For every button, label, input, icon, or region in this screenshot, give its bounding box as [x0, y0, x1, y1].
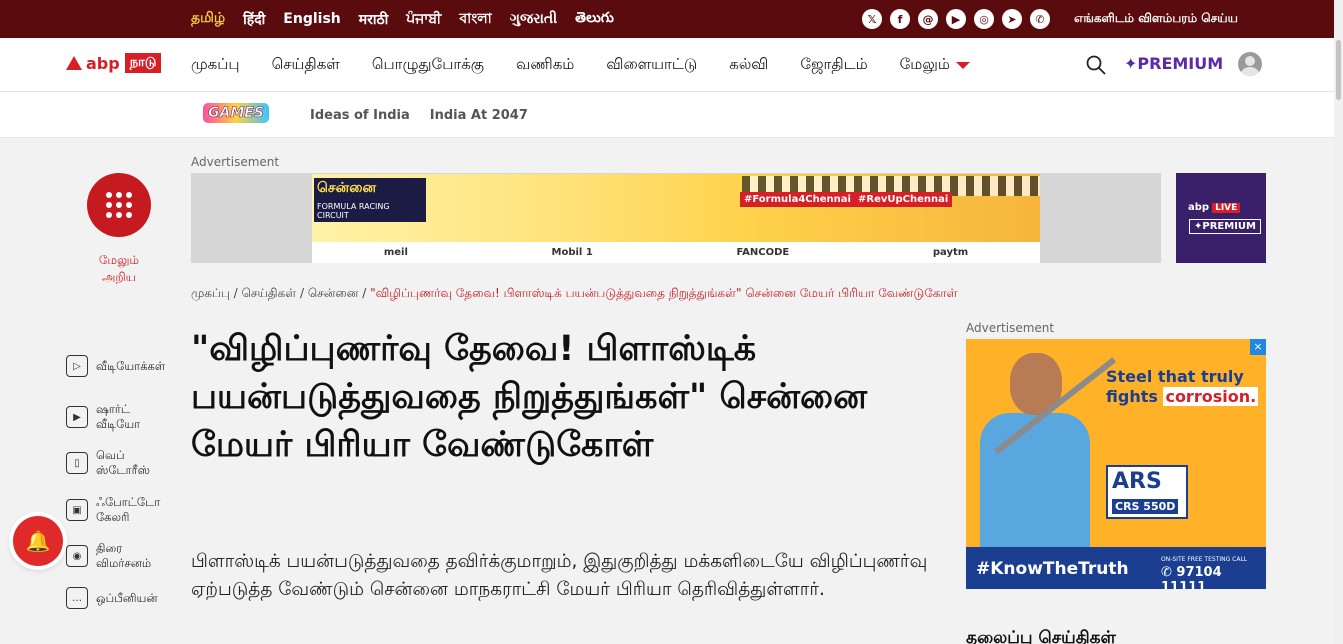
logo-edition: நாடு [124, 53, 162, 73]
nav-item-education[interactable]: கல்வி [729, 55, 768, 75]
nav-more-label: மேலும் [899, 55, 950, 73]
banner-tag-revup: #RevUpChennai [854, 192, 953, 207]
subnav-india-at-2047[interactable]: India At 2047 [430, 108, 528, 123]
lang-english[interactable]: English [283, 11, 340, 27]
breadcrumb-home[interactable]: முகப்பு [191, 286, 230, 300]
opinion-icon: … [66, 587, 88, 609]
breadcrumb-chennai[interactable]: சென்னை [308, 286, 359, 300]
grid-dots-icon [106, 192, 132, 218]
lang-marathi[interactable]: मराठी [359, 10, 388, 29]
social-links: 𝕏 f @ ▶ ◎ ➤ ✆ [862, 9, 1050, 29]
web-stories-icon: ▯ [66, 452, 88, 474]
nav-item-sports[interactable]: விளையாட்டு [606, 55, 697, 75]
lang-punjabi[interactable]: ਪੰਜਾਬੀ [406, 11, 441, 27]
rail-item-web-stories[interactable]: ▯ வெப் ஸ்டோரீஸ் [66, 448, 176, 478]
sponsor-fancode: FANCODE [736, 247, 790, 258]
lang-hindi[interactable]: हिंदी [243, 10, 265, 29]
banner-subtitle: FORMULA RACING CIRCUIT [314, 200, 426, 222]
user-avatar-icon[interactable] [1238, 52, 1262, 76]
logo-brand: abp [86, 53, 120, 73]
search-icon[interactable] [1086, 55, 1106, 75]
notification-bell-icon[interactable]: 🔔 [13, 516, 63, 566]
whatsapp-icon[interactable]: ✆ [1030, 9, 1050, 29]
banner-sponsors: meil Mobil 1 FANCODE paytm [312, 242, 1040, 263]
abp-live-premium-ad[interactable]: abp LIVE ✦PREMIUM [1176, 173, 1266, 263]
banner-tag-formula4: #Formula4Chennai [740, 192, 855, 207]
photo-gallery-icon: ▣ [66, 499, 88, 521]
main-nav: abp நாடு முகப்பு செய்திகள் பொழுதுபோக்கு … [0, 38, 1343, 92]
telegram-icon[interactable]: ➤ [1002, 9, 1022, 29]
rail-item-label: ஷார்ட் வீடியோ [96, 402, 141, 431]
ad-phone-label: ON-SITE FREE TESTING CALL [1161, 556, 1248, 563]
youtube-icon[interactable]: ▶ [946, 9, 966, 29]
ars-brand-logo: ARS CRS 550D [1106, 465, 1188, 519]
abp-live-logo: abp LIVE [1188, 202, 1241, 213]
nav-item-home[interactable]: முகப்பு [191, 55, 240, 75]
facebook-icon[interactable]: f [890, 9, 910, 29]
banner-title: சென்னை [314, 178, 426, 200]
explore-more-label[interactable]: மேலும் அறிய [80, 252, 158, 286]
article-summary: பிளாஸ்டிக் பயன்படுத்துவதை தவிர்க்குமாறும… [191, 551, 928, 600]
caret-down-icon [955, 61, 970, 69]
rail-item-label: வெப் ஸ்டோரீஸ் [96, 448, 150, 477]
rail-item-label: ஒப்பீனியன் [96, 590, 158, 605]
video-icon: ▷ [66, 355, 88, 377]
nav-items: முகப்பு செய்திகள் பொழுதுபோக்கு வணிகம் வி… [191, 38, 970, 92]
subnav-ideas-of-india[interactable]: Ideas of India [310, 108, 410, 123]
breadcrumb: முகப்பு / செய்திகள் / சென்னை / "விழிப்பு… [191, 286, 958, 300]
rail-item-videos[interactable]: ▷ வீடியோக்கள் [66, 355, 176, 377]
nav-item-business[interactable]: வணிகம் [516, 55, 574, 75]
lang-telugu[interactable]: తెలుగు [575, 10, 614, 29]
article-headline: "விழிப்புணர்வு தேவை! பிளாஸ்டிக் பயன்படுத… [191, 329, 868, 465]
rail-item-label: ஃபோட்டோ கேலரி [96, 495, 161, 524]
nav-item-news[interactable]: செய்திகள் [272, 55, 340, 75]
page-scrollbar[interactable] [1334, 0, 1343, 644]
x-icon[interactable]: 𝕏 [862, 9, 882, 29]
subnav-links: Ideas of India India At 2047 [310, 92, 528, 138]
short-video-icon: ▶ [66, 406, 88, 428]
instagram-icon[interactable]: ◎ [974, 9, 994, 29]
nav-item-entertainment[interactable]: பொழுதுபோக்கு [372, 55, 484, 75]
rail-item-short-video[interactable]: ▶ ஷார்ட் வீடியோ [66, 402, 176, 432]
language-bar: தமிழ் हिंदी English मराठी ਪੰਜਾਬੀ বাংলা ગ… [0, 0, 1343, 38]
rail-item-photo-gallery[interactable]: ▣ ஃபோட்டோ கேலரி [66, 495, 176, 525]
games-logo[interactable]: GAMES [203, 103, 269, 123]
nav-more-menu[interactable]: மேலும் [900, 55, 970, 75]
ad-phone-number: ✆ 97104 11111 [1161, 565, 1222, 589]
sponsor-mobil: Mobil 1 [551, 247, 593, 258]
lang-gujarati[interactable]: ગુજરાતી [510, 11, 557, 27]
right-ad-label: Advertisement [966, 321, 1055, 335]
rail-item-label: வீடியோக்கள் [96, 358, 166, 373]
lang-tamil[interactable]: தமிழ் [191, 10, 225, 28]
breadcrumb-news[interactable]: செய்திகள் [242, 286, 297, 300]
sponsor-paytm: paytm [932, 247, 969, 258]
premium-link[interactable]: ✦PREMIUM [1124, 54, 1223, 73]
sponsor-meil: meil [383, 247, 408, 258]
ad-close-icon[interactable]: × [1250, 339, 1266, 355]
ars-steel-ad[interactable]: × Steel that truly fights corrosion. ARS… [966, 339, 1266, 589]
top-headlines-title: தலைப்பு செய்திகள் [966, 628, 1116, 644]
abp-nadu-logo[interactable]: abp நாடு [66, 53, 162, 73]
ad-label: Advertisement [191, 155, 280, 169]
rail-item-film-review[interactable]: ◉ திரை விமர்சனம் [66, 541, 176, 571]
film-review-icon: ◉ [66, 545, 88, 567]
logo-triangle-icon [66, 56, 82, 70]
formula-racing-ad-banner[interactable]: சென்னை FORMULA RACING CIRCUIT #Formula4C… [312, 174, 1040, 263]
rail-item-opinion[interactable]: … ஒப்பீனியன் [66, 587, 176, 609]
abp-premium-badge: ✦PREMIUM [1189, 219, 1261, 234]
ad-footer: #KnowTheTruth ON-SITE FREE TESTING CALL … [966, 547, 1266, 589]
lang-bangla[interactable]: বাংলা [459, 7, 491, 31]
explore-more-button[interactable] [87, 173, 151, 237]
rail-item-label: திரை விமர்சனம் [96, 541, 152, 570]
breadcrumb-current: "விழிப்புணர்வு தேவை! பிளாஸ்டிக் பயன்படுத… [370, 286, 958, 300]
ad-hashtag: #KnowTheTruth [976, 559, 1129, 579]
advertise-link[interactable]: எங்களிடம் விளம்பரம் செய்ய [1074, 0, 1238, 38]
language-list: தமிழ் हिंदी English मराठी ਪੰਜਾਬੀ বাংলা ગ… [191, 0, 614, 38]
nav-item-astrology[interactable]: ஜோதிடம் [800, 55, 867, 75]
threads-icon[interactable]: @ [918, 9, 938, 29]
sub-nav: GAMES Ideas of India India At 2047 [0, 92, 1343, 138]
ad-headline: Steel that truly fights corrosion. [1106, 367, 1259, 406]
